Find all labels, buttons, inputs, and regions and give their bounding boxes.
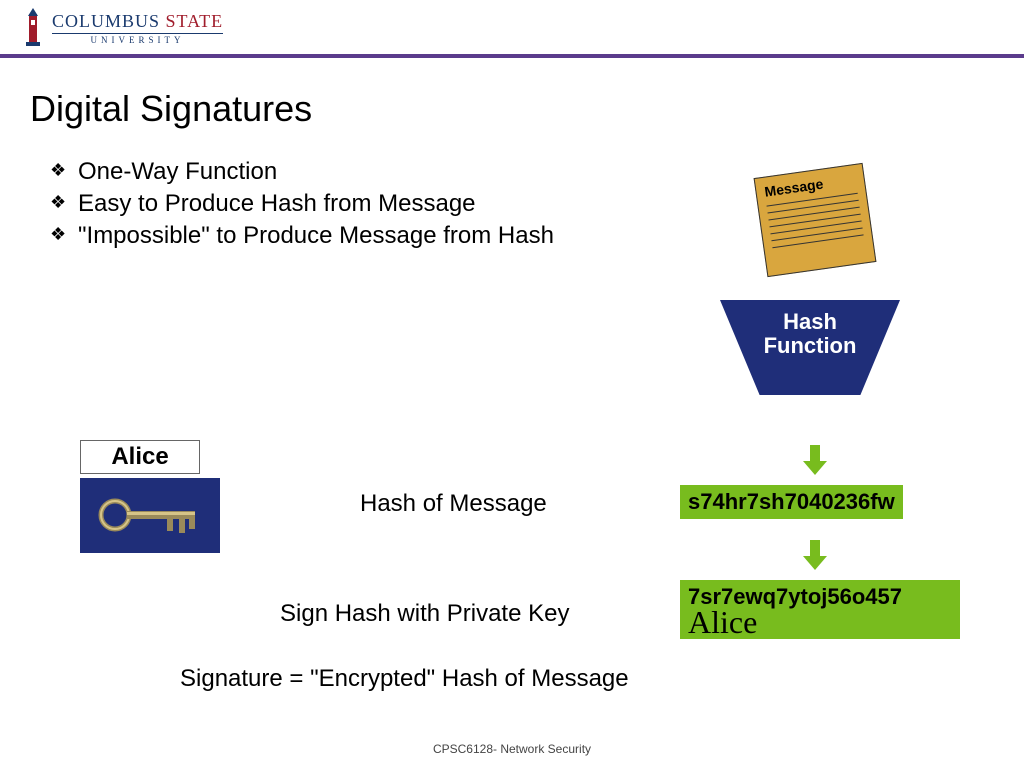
private-key-icon bbox=[80, 478, 220, 553]
hash-function-block: HashFunction bbox=[720, 300, 900, 395]
alice-label: Alice bbox=[80, 440, 200, 474]
hash-output-value: s74hr7sh7040236fw bbox=[680, 485, 903, 519]
tower-icon bbox=[20, 8, 46, 48]
arrow-down-icon bbox=[800, 540, 830, 570]
message-note: Message bbox=[754, 163, 877, 277]
hash-of-message-label: Hash of Message bbox=[360, 490, 547, 518]
logo-text-part2: STATE bbox=[166, 11, 224, 31]
slide-footer: CPSC6128- Network Security bbox=[0, 742, 1024, 756]
slide-title: Digital Signatures bbox=[30, 88, 994, 130]
handwritten-signature: Alice bbox=[688, 608, 952, 637]
slide-header: COLUMBUS STATE UNIVERSITY bbox=[0, 0, 1024, 58]
university-logo: COLUMBUS STATE UNIVERSITY bbox=[20, 8, 223, 48]
arrow-down-icon bbox=[800, 445, 830, 475]
logo-text-part1: COLUMBUS bbox=[52, 11, 160, 31]
signed-output-block: 7sr7ewq7ytoj56o457 Alice bbox=[680, 580, 960, 639]
signature-equals-label: Signature = "Encrypted" Hash of Message bbox=[180, 665, 629, 693]
sign-hash-label: Sign Hash with Private Key bbox=[280, 600, 569, 628]
hash-function-label: HashFunction bbox=[764, 310, 857, 358]
alice-block: Alice bbox=[80, 440, 220, 553]
logo-subline: UNIVERSITY bbox=[52, 33, 223, 45]
university-name: COLUMBUS STATE UNIVERSITY bbox=[52, 11, 223, 45]
